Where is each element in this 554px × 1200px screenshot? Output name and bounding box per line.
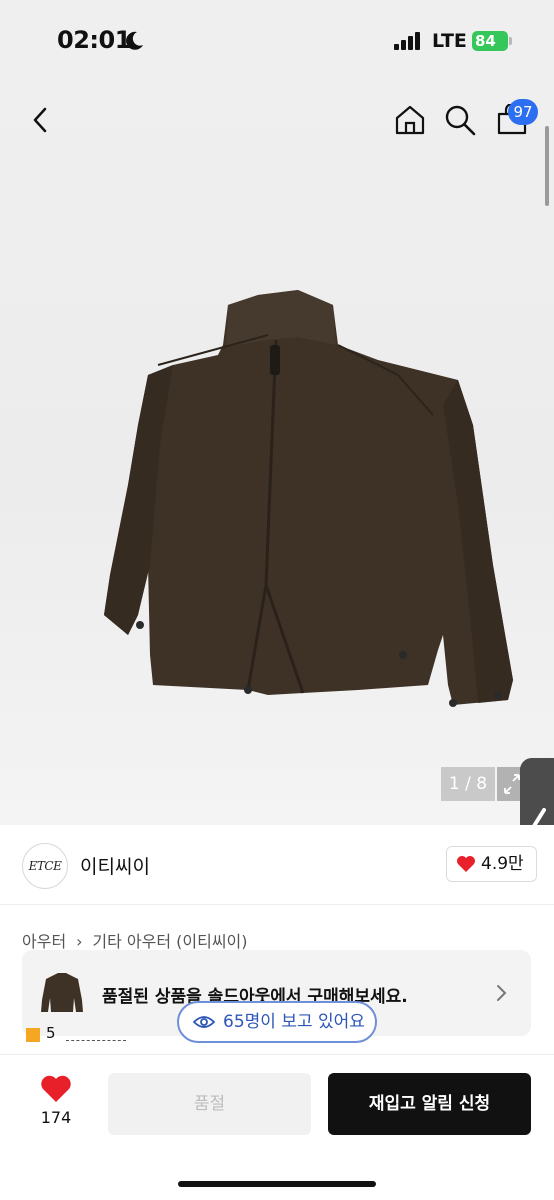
chevron-right-icon	[497, 985, 507, 1001]
back-icon[interactable]	[26, 104, 54, 136]
wishlist-count: 174	[40, 1108, 72, 1127]
signal-icon	[394, 32, 420, 50]
rating-value: 5	[46, 1024, 56, 1042]
seller-name[interactable]: 이티씨이	[80, 852, 150, 879]
breadcrumb-brand[interactable]: (이티씨이)	[176, 932, 247, 951]
rating-row[interactable]: 5	[26, 1024, 146, 1046]
eye-icon	[193, 1016, 215, 1028]
battery-tip	[509, 37, 512, 45]
cart-count-badge: 97	[508, 99, 538, 125]
product-image-jacket	[104, 290, 513, 707]
chevron-right-icon: ›	[76, 932, 83, 951]
restock-alert-button[interactable]: 재입고 알림 신청	[328, 1073, 531, 1135]
home-indicator[interactable]	[178, 1181, 376, 1187]
home-icon[interactable]	[394, 104, 426, 136]
breadcrumb: 아우터 › 기타 아우터 (이티씨이)	[22, 928, 248, 952]
breadcrumb-subcategory[interactable]: 기타 아우터	[92, 932, 171, 951]
status-time: 02:01	[57, 26, 131, 54]
soldout-button: 품절	[108, 1073, 311, 1135]
wishlist-heart-icon[interactable]	[40, 1075, 72, 1103]
image-counter: 1 / 8	[441, 767, 495, 801]
network-label: LTE	[432, 30, 467, 52]
moon-icon	[126, 31, 143, 50]
star-icon	[26, 1028, 40, 1042]
seller-row[interactable]: ETCE 이티씨이 4.9만	[0, 825, 554, 905]
product-image-gallery[interactable]	[0, 80, 554, 825]
search-icon[interactable]	[444, 104, 476, 136]
viewer-count-text: 65명이 보고 있어요	[223, 1012, 365, 1032]
seller-logo[interactable]: ETCE	[22, 843, 68, 889]
battery-indicator: 84	[472, 31, 508, 51]
review-link-underline	[66, 1040, 126, 1041]
product-thumbnail	[41, 973, 83, 1012]
brand-like-button[interactable]: 4.9만	[446, 846, 537, 882]
scrollbar[interactable]	[545, 126, 549, 206]
brand-like-count: 4.9만	[481, 854, 524, 874]
viewer-count-chip: 65명이 보고 있어요	[177, 1001, 377, 1043]
breadcrumb-category[interactable]: 아우터	[22, 932, 66, 951]
heart-icon	[457, 856, 475, 872]
